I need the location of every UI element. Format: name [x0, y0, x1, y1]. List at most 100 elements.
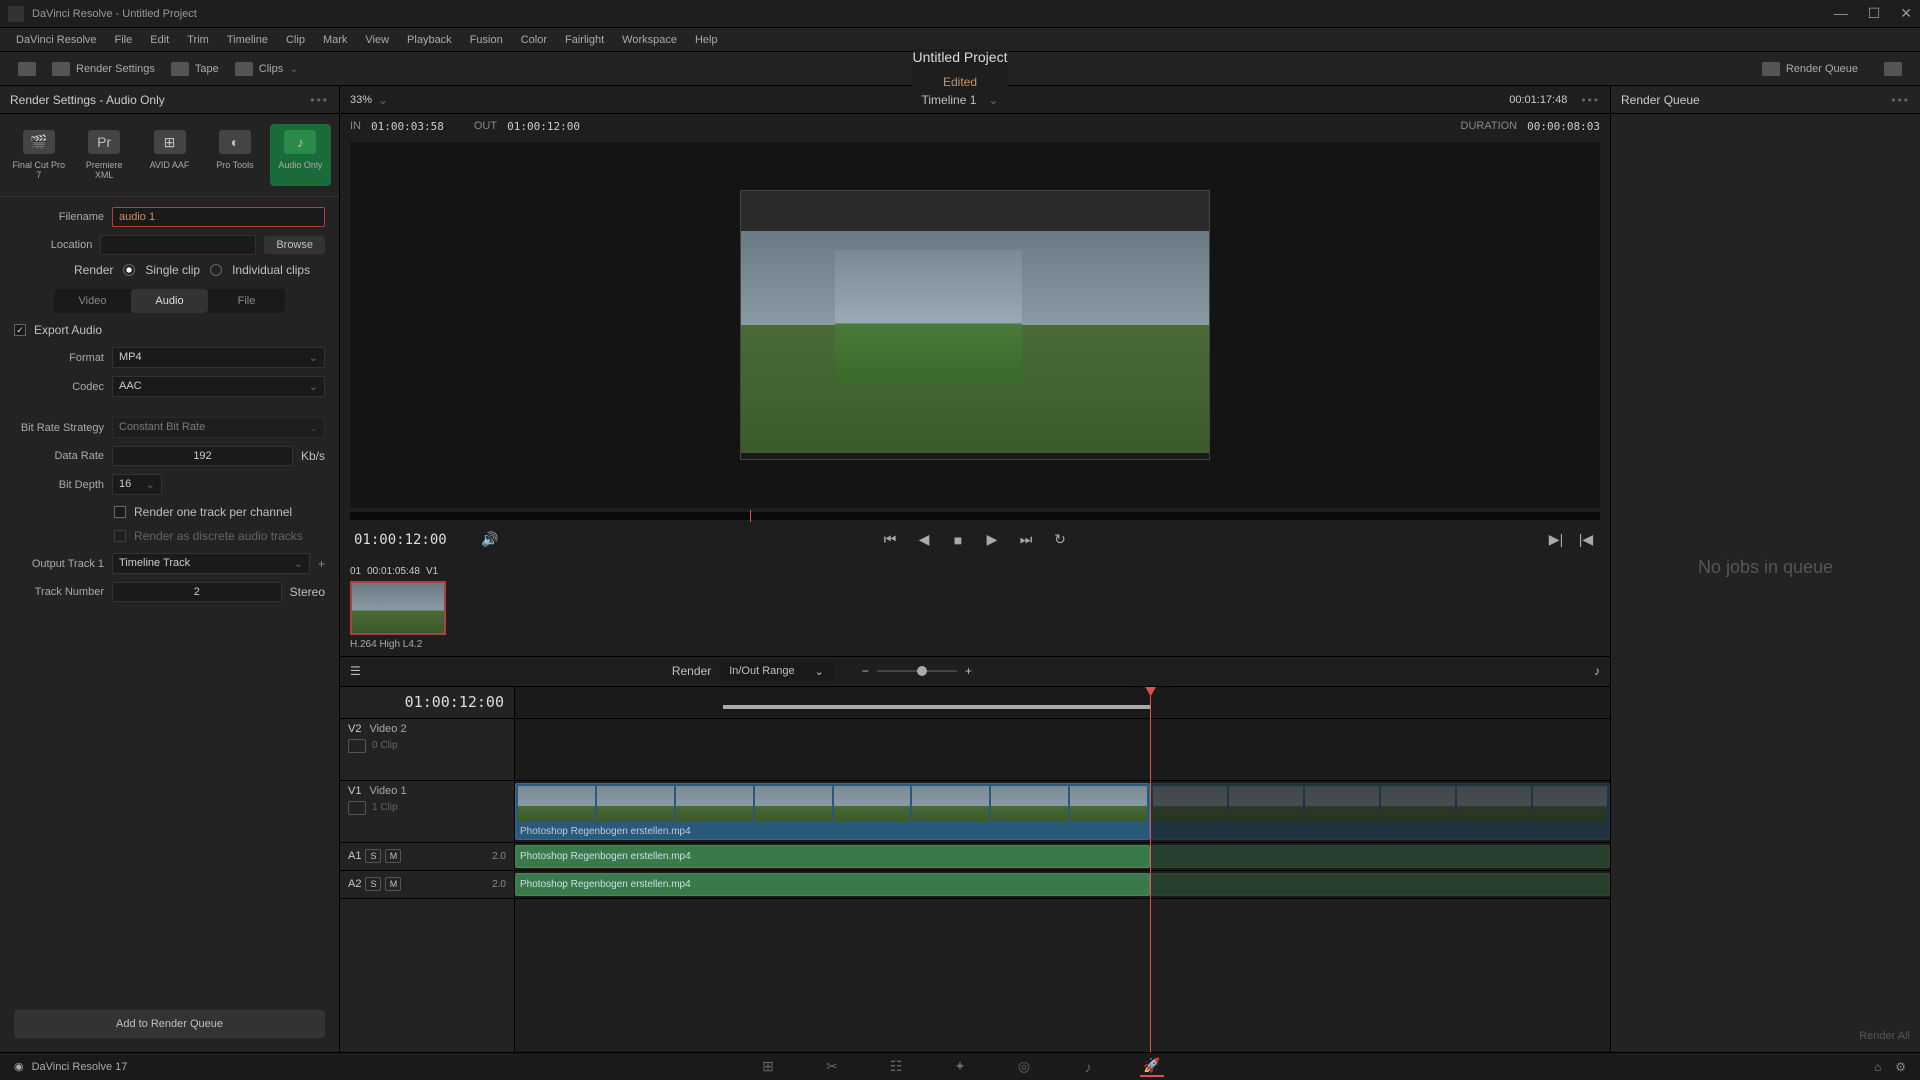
tab-video[interactable]: Video: [54, 289, 131, 313]
menu-clip[interactable]: Clip: [278, 32, 313, 48]
tape-button[interactable]: Tape: [163, 58, 227, 80]
one-track-checkbox[interactable]: [114, 506, 126, 518]
page-color[interactable]: ◎: [1012, 1057, 1036, 1077]
page-fusion[interactable]: ✦: [948, 1057, 972, 1077]
track-header-v2[interactable]: V2Video 2 0 Clip: [340, 719, 514, 781]
next-clip-button[interactable]: ▶|: [1546, 530, 1566, 550]
menu-fairlight[interactable]: Fairlight: [557, 32, 612, 48]
page-cut[interactable]: ✂: [820, 1057, 844, 1077]
preset-premiere[interactable]: PrPremiere XML: [73, 124, 134, 186]
data-rate-input[interactable]: [112, 446, 293, 466]
menu-mark[interactable]: Mark: [315, 32, 355, 48]
zoom-level[interactable]: 33%: [350, 94, 372, 106]
home-button[interactable]: ⌂: [1874, 1060, 1881, 1074]
stop-button[interactable]: ■: [948, 530, 968, 550]
scrubber[interactable]: [350, 512, 1600, 520]
render-settings-button[interactable]: Render Settings: [44, 58, 163, 80]
render-all-button[interactable]: Render All: [1611, 1020, 1920, 1052]
video-clip[interactable]: Photoshop Regenbogen erstellen.mp4: [515, 783, 1150, 840]
export-audio-checkbox[interactable]: ✓: [14, 324, 26, 336]
track-a2[interactable]: Photoshop Regenbogen erstellen.mp4: [515, 871, 1610, 899]
timeline-name[interactable]: Timeline 1: [922, 93, 977, 107]
viewer-menu-button[interactable]: •••: [1581, 93, 1600, 107]
first-frame-button[interactable]: ⏮: [880, 530, 900, 550]
track-header-v1[interactable]: V1Video 1 1 Clip: [340, 781, 514, 843]
volume-icon[interactable]: 🔊: [480, 530, 500, 550]
mute-button[interactable]: M: [385, 849, 401, 863]
tab-file[interactable]: File: [208, 289, 285, 313]
preset-audio-only[interactable]: ♪Audio Only: [270, 124, 331, 186]
browse-button[interactable]: Browse: [264, 236, 325, 254]
preset-fcp7[interactable]: 🎬Final Cut Pro 7: [8, 124, 69, 186]
preset-avid[interactable]: ⊞AVID AAF: [139, 124, 200, 186]
add-to-queue-button[interactable]: Add to Render Queue: [14, 1010, 325, 1038]
zoom-slider[interactable]: [877, 670, 957, 672]
menu-help[interactable]: Help: [687, 32, 726, 48]
menu-view[interactable]: View: [357, 32, 397, 48]
track-header-a2[interactable]: A2 S M 2.0: [340, 871, 514, 899]
track-number-input[interactable]: [112, 582, 282, 602]
audio-clip[interactable]: Photoshop Regenbogen erstellen.mp4: [515, 845, 1150, 868]
menu-fusion[interactable]: Fusion: [462, 32, 511, 48]
playhead[interactable]: [1150, 687, 1151, 1053]
track-toggle[interactable]: [348, 801, 366, 815]
menu-edit[interactable]: Edit: [142, 32, 177, 48]
timeline-options-button[interactable]: ☰: [350, 664, 361, 678]
tracks-area[interactable]: Photoshop Regenbogen erstellen.mp4 Photo…: [515, 687, 1610, 1053]
render-range-select[interactable]: In/Out Range⌄: [719, 662, 834, 681]
timeline-ruler[interactable]: [515, 687, 1610, 719]
single-clip-radio[interactable]: [123, 264, 135, 276]
render-queue-button[interactable]: Render Queue: [1754, 58, 1866, 80]
solo-button[interactable]: S: [365, 849, 381, 863]
maximize-button[interactable]: ☐: [1868, 5, 1881, 22]
page-deliver[interactable]: 🚀: [1140, 1057, 1164, 1077]
track-toggle[interactable]: [348, 739, 366, 753]
add-track-button[interactable]: +: [318, 557, 325, 571]
filename-input[interactable]: [112, 207, 325, 227]
chevron-down-icon[interactable]: ⌄: [988, 93, 998, 107]
chevron-down-icon[interactable]: ⌄: [378, 93, 388, 107]
settings-button[interactable]: ⚙: [1895, 1060, 1906, 1074]
expand-button[interactable]: [1876, 58, 1910, 80]
audio-view-button[interactable]: ♪: [1594, 664, 1600, 678]
tab-audio[interactable]: Audio: [131, 289, 208, 313]
solo-button[interactable]: S: [365, 877, 381, 891]
prev-clip-button[interactable]: |◀: [1576, 530, 1596, 550]
menu-workspace[interactable]: Workspace: [614, 32, 685, 48]
zoom-in-button[interactable]: +: [965, 664, 972, 678]
format-select[interactable]: MP4⌄: [112, 347, 325, 368]
preset-protools[interactable]: ◐Pro Tools: [204, 124, 265, 186]
fullscreen-button[interactable]: [10, 58, 44, 80]
in-out-range[interactable]: [723, 705, 1150, 709]
close-button[interactable]: ✕: [1900, 5, 1912, 22]
next-frame-button[interactable]: ⏭: [1016, 530, 1036, 550]
track-header-a1[interactable]: A1 S M 2.0: [340, 843, 514, 871]
individual-clips-radio[interactable]: [210, 264, 222, 276]
track-a1[interactable]: Photoshop Regenbogen erstellen.mp4: [515, 843, 1610, 871]
page-edit[interactable]: ☷: [884, 1057, 908, 1077]
clips-button[interactable]: Clips⌄: [227, 58, 307, 80]
queue-menu-button[interactable]: •••: [1891, 93, 1910, 107]
audio-clip-dim[interactable]: [1150, 873, 1610, 896]
menu-color[interactable]: Color: [513, 32, 555, 48]
bit-depth-select[interactable]: 16⌄: [112, 474, 162, 495]
menu-file[interactable]: File: [107, 32, 141, 48]
page-media[interactable]: ⊞: [756, 1057, 780, 1077]
page-fairlight[interactable]: ♪: [1076, 1057, 1100, 1077]
loop-button[interactable]: ↻: [1050, 530, 1070, 550]
location-input[interactable]: [100, 235, 256, 255]
clip-thumbnail[interactable]: 01 00:01:05:48 V1 H.264 High L4.2: [350, 566, 446, 650]
menu-timeline[interactable]: Timeline: [219, 32, 276, 48]
viewer[interactable]: [350, 142, 1600, 508]
codec-select[interactable]: AAC⌄: [112, 376, 325, 397]
output-track-select[interactable]: Timeline Track⌄: [112, 553, 310, 574]
video-clip-dim[interactable]: [1150, 783, 1610, 840]
audio-clip-dim[interactable]: [1150, 845, 1610, 868]
panel-menu-button[interactable]: •••: [310, 93, 329, 107]
track-v2[interactable]: [515, 719, 1610, 781]
mute-button[interactable]: M: [385, 877, 401, 891]
menu-davinci[interactable]: DaVinci Resolve: [8, 32, 105, 48]
track-v1[interactable]: Photoshop Regenbogen erstellen.mp4: [515, 781, 1610, 843]
menu-playback[interactable]: Playback: [399, 32, 460, 48]
audio-clip[interactable]: Photoshop Regenbogen erstellen.mp4: [515, 873, 1150, 896]
